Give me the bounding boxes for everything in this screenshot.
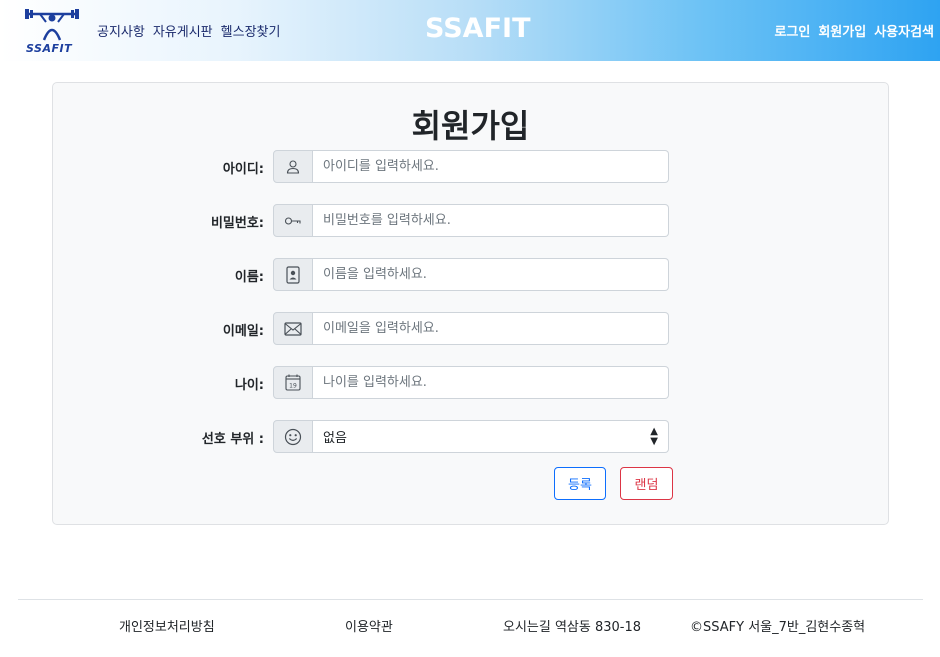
preferred-part-input-group: 없음 ▲ ▼ xyxy=(273,420,669,453)
id-label: 아이디: xyxy=(222,162,264,177)
brand-title[interactable]: SSAFIT xyxy=(425,13,530,44)
page-title: 회원가입 xyxy=(411,107,530,145)
key-icon xyxy=(273,204,313,237)
person-icon xyxy=(273,150,313,183)
age-row: 나이: 19 xyxy=(53,366,888,399)
age-label: 나이: xyxy=(234,378,264,393)
footer-divider xyxy=(18,599,923,600)
name-input-group xyxy=(273,258,669,291)
top-navbar: SSAFIT 공지사항 자유게시판 헬스장찾기 SSAFIT 로그인 회원가입 … xyxy=(0,0,940,61)
age-input-group: 19 xyxy=(273,366,669,399)
preferred-part-selected: 없음 xyxy=(323,431,347,446)
random-button[interactable]: 랜덤 xyxy=(620,467,673,500)
id-input-group xyxy=(273,150,669,183)
name-label: 이름: xyxy=(234,270,264,285)
email-label: 이메일: xyxy=(222,324,264,339)
signup-card: 회원가입 아이디: 비밀번호: 이름: 이메일: xyxy=(52,82,889,525)
nav-free-board[interactable]: 자유게시판 xyxy=(153,21,213,40)
select-caret-icon: ▲ ▼ xyxy=(650,425,658,447)
main-nav: 공지사항 자유게시판 헬스장찾기 xyxy=(97,21,280,40)
nav-login[interactable]: 로그인 xyxy=(774,21,810,40)
password-input-group xyxy=(273,204,669,237)
password-row: 비밀번호: xyxy=(53,204,888,237)
envelope-icon xyxy=(273,312,313,345)
calendar-day-text: 19 xyxy=(289,383,297,390)
preferred-part-label: 선호 부위 : xyxy=(201,432,264,447)
weightlifter-icon xyxy=(25,9,79,41)
smiley-icon xyxy=(273,420,313,453)
nav-notice[interactable]: 공지사항 xyxy=(97,21,145,40)
preferred-part-select[interactable]: 없음 ▲ ▼ xyxy=(313,420,669,453)
footer-privacy-link[interactable]: 개인정보처리방침 xyxy=(119,616,215,635)
footer-copyright: ©SSAFY 서울_7반_김현수종혁 xyxy=(690,620,866,635)
ssafit-logo[interactable]: SSAFIT xyxy=(22,6,82,58)
age-field[interactable] xyxy=(313,366,669,399)
nav-find-gym[interactable]: 헬스장찾기 xyxy=(221,21,281,40)
footer-terms-link[interactable]: 이용약관 xyxy=(345,616,393,635)
submit-button[interactable]: 등록 xyxy=(554,467,606,500)
footer-address: 오시는길 역삼동 830-18 xyxy=(503,620,642,635)
calendar-icon: 19 xyxy=(273,366,313,399)
id-field[interactable] xyxy=(313,150,669,183)
logo-text: SSAFIT xyxy=(26,42,73,55)
user-nav: 로그인 회원가입 사용자검색 xyxy=(774,21,934,40)
email-field[interactable] xyxy=(313,312,669,345)
name-row: 이름: xyxy=(53,258,888,291)
nav-user-search[interactable]: 사용자검색 xyxy=(874,21,934,40)
nav-signup[interactable]: 회원가입 xyxy=(818,21,866,40)
email-input-group xyxy=(273,312,669,345)
preferred-part-row: 선호 부위 : 없음 ▲ ▼ xyxy=(53,420,888,453)
password-field[interactable] xyxy=(313,204,669,237)
id-card-icon xyxy=(273,258,313,291)
email-row: 이메일: xyxy=(53,312,888,345)
password-label: 비밀번호: xyxy=(210,216,264,231)
id-row: 아이디: xyxy=(53,150,888,183)
name-field[interactable] xyxy=(313,258,669,291)
